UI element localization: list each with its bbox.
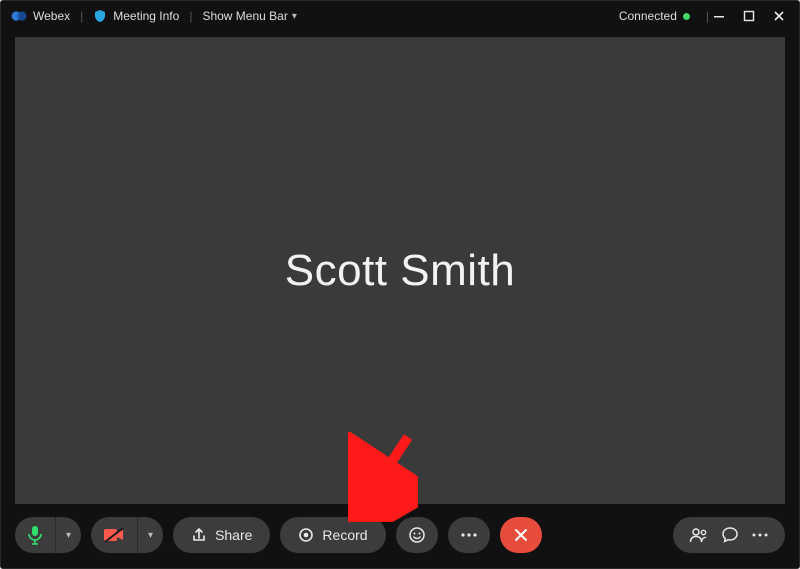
status-label: Connected xyxy=(619,9,677,23)
participants-panel-button[interactable] xyxy=(689,527,709,543)
minimize-button[interactable] xyxy=(713,10,729,22)
status-dot-icon xyxy=(683,13,690,20)
video-stage: Scott Smith xyxy=(15,37,785,504)
title-bar-left: Webex | Meeting Info | Show Menu Bar ▾ xyxy=(11,8,297,24)
close-icon xyxy=(514,528,528,542)
camera-off-icon xyxy=(103,527,125,543)
more-icon xyxy=(460,532,478,538)
video-options-button[interactable]: ▾ xyxy=(137,517,163,553)
show-menu-bar-button[interactable]: Show Menu Bar ▾ xyxy=(202,9,296,23)
end-meeting-button[interactable] xyxy=(500,517,542,553)
title-bar: Webex | Meeting Info | Show Menu Bar ▾ C… xyxy=(1,1,799,31)
window-controls xyxy=(713,10,789,22)
control-bar: ▾ ▾ xyxy=(1,508,799,568)
menu-bar-label: Show Menu Bar xyxy=(202,9,287,23)
separator: | xyxy=(702,9,713,23)
connection-status: Connected xyxy=(619,9,690,23)
mute-split-button[interactable]: ▾ xyxy=(15,517,81,553)
self-view-box-icon xyxy=(388,485,399,496)
microphone-icon xyxy=(27,525,43,545)
shield-icon xyxy=(93,9,107,23)
self-view-status xyxy=(388,484,413,496)
camera-toggle[interactable] xyxy=(91,517,137,553)
audio-options-button[interactable]: ▾ xyxy=(55,517,81,553)
more-icon xyxy=(751,532,769,538)
chat-icon xyxy=(721,526,739,544)
record-button[interactable]: Record xyxy=(280,517,385,553)
panel-more-button[interactable] xyxy=(751,532,769,538)
app-name-label: Webex xyxy=(33,9,70,23)
record-label: Record xyxy=(322,527,367,543)
share-icon xyxy=(191,527,207,543)
separator: | xyxy=(76,9,87,23)
emoji-icon xyxy=(408,526,426,544)
participants-icon xyxy=(689,527,709,543)
share-button[interactable]: Share xyxy=(173,517,270,553)
separator: | xyxy=(185,9,196,23)
close-window-button[interactable] xyxy=(773,10,789,22)
microphone-toggle[interactable] xyxy=(15,517,55,553)
mic-muted-icon xyxy=(403,484,413,496)
camera-split-button[interactable]: ▾ xyxy=(91,517,163,553)
panel-controls xyxy=(673,517,785,553)
app-window: Webex | Meeting Info | Show Menu Bar ▾ C… xyxy=(0,0,800,569)
chevron-down-icon: ▾ xyxy=(148,530,153,541)
share-label: Share xyxy=(215,527,252,543)
chevron-down-icon: ▾ xyxy=(292,11,297,22)
chevron-down-icon: ▾ xyxy=(66,530,71,541)
reactions-button[interactable] xyxy=(396,517,438,553)
chat-panel-button[interactable] xyxy=(721,526,739,544)
meeting-info-button[interactable]: Meeting Info xyxy=(113,9,179,23)
more-options-button[interactable] xyxy=(448,517,490,553)
maximize-button[interactable] xyxy=(743,10,759,22)
webex-logo-icon xyxy=(11,8,27,24)
participant-name: Scott Smith xyxy=(285,246,515,296)
record-icon xyxy=(298,527,314,543)
